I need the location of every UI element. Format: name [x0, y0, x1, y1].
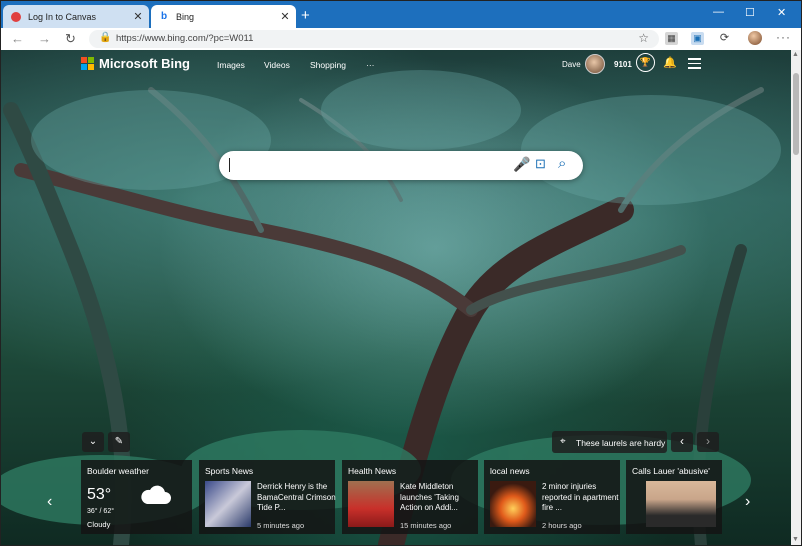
news-headline: Derrick Henry is the BamaCentral Crimson…: [257, 482, 336, 512]
image-info-button[interactable]: ⌖ These laurels are hardy: [552, 431, 667, 453]
scroll-down-icon[interactable]: ▼: [792, 536, 799, 543]
favorite-star-icon[interactable]: ☆: [638, 31, 649, 45]
extension-icon[interactable]: ▦: [665, 32, 678, 45]
microsoft-logo-icon: [81, 56, 95, 71]
profile-avatar-icon[interactable]: [748, 31, 762, 45]
canvas-favicon-icon: [11, 11, 21, 22]
bing-favicon-icon: b: [160, 10, 168, 22]
back-icon[interactable]: ←: [11, 31, 24, 46]
news-card[interactable]: local news 2 minor injuries reported in …: [484, 460, 620, 534]
url-field[interactable]: 🔒 https://www.bing.com/?pc=W011 ☆: [89, 30, 659, 48]
close-tab-icon[interactable]: ✕: [278, 10, 292, 23]
cards-next-arrow-icon[interactable]: ›: [745, 493, 750, 511]
close-tab-icon[interactable]: ✕: [131, 10, 145, 23]
news-thumbnail: [490, 481, 536, 527]
weather-hilo: 36° / 62°: [87, 508, 115, 515]
next-image-button[interactable]: ›: [697, 432, 719, 452]
collections-icon[interactable]: ▣: [691, 32, 704, 45]
scroll-up-icon[interactable]: ▲: [792, 51, 799, 58]
maximize-button[interactable]: ☐: [745, 6, 755, 19]
weather-temp: 53°: [87, 486, 112, 503]
sync-icon[interactable]: ⟳: [718, 32, 731, 45]
news-category: local news: [490, 466, 530, 476]
rewards-points[interactable]: 9101: [614, 60, 632, 69]
minimize-button[interactable]: —: [713, 6, 724, 18]
news-category: Sports News: [205, 466, 254, 476]
nav-images[interactable]: Images: [217, 60, 245, 70]
rewards-trophy-icon[interactable]: 🏆: [636, 53, 655, 72]
search-input[interactable]: 🎤 ⊡ ⌕: [219, 151, 583, 180]
news-thumbnail: [348, 481, 394, 527]
news-thumbnail: [205, 481, 251, 527]
tab-bar: Log In to Canvas ✕ b Bing ✕ + — ☐ ✕: [1, 1, 801, 28]
text-cursor: [229, 158, 230, 172]
news-card[interactable]: Calls Lauer 'abusive': [626, 460, 722, 534]
news-thumbnail: [646, 481, 716, 527]
nav-videos[interactable]: Videos: [264, 60, 290, 70]
news-category: Calls Lauer 'abusive': [632, 466, 710, 476]
bing-logo[interactable]: Microsoft Bing: [81, 56, 190, 71]
notifications-bell-icon[interactable]: 🔔: [663, 56, 677, 69]
user-avatar[interactable]: [585, 54, 605, 74]
tab-title: Log In to Canvas: [28, 11, 97, 22]
new-tab-button[interactable]: +: [301, 7, 310, 24]
url-text[interactable]: https://www.bing.com/?pc=W011: [116, 33, 253, 44]
edit-pencil-icon[interactable]: ✎: [108, 432, 130, 452]
lock-icon: 🔒: [99, 32, 112, 43]
microphone-icon[interactable]: 🎤: [513, 156, 530, 173]
scrollbar-thumb[interactable]: [793, 73, 799, 155]
nav-shopping[interactable]: Shopping: [310, 60, 346, 70]
close-window-button[interactable]: ✕: [777, 6, 786, 19]
more-menu-icon[interactable]: ···: [776, 30, 791, 44]
news-time: 5 minutes ago: [257, 521, 305, 530]
news-card[interactable]: Health News Kate Middleton launches 'Tak…: [342, 460, 478, 534]
refresh-icon[interactable]: ↻: [65, 31, 76, 47]
address-bar: ← → ↻ 🔒 https://www.bing.com/?pc=W011 ☆ …: [1, 28, 801, 51]
forward-icon[interactable]: →: [38, 31, 51, 46]
cards-prev-arrow-icon[interactable]: ‹: [47, 493, 52, 511]
news-category: Health News: [348, 466, 397, 476]
news-card[interactable]: Sports News Derrick Henry is the BamaCen…: [199, 460, 336, 534]
user-name[interactable]: Dave: [562, 60, 581, 69]
image-caption: These laurels are hardy: [576, 438, 666, 448]
location-pin-icon: ⌖: [560, 436, 566, 447]
tab-canvas[interactable]: Log In to Canvas ✕: [3, 5, 149, 28]
nav-more[interactable]: ···: [366, 60, 375, 70]
weather-card[interactable]: Boulder weather 53° 36° / 62° Cloudy: [81, 460, 192, 534]
browser-window: Log In to Canvas ✕ b Bing ✕ + — ☐ ✕ ← → …: [0, 0, 802, 546]
cloud-icon: [141, 485, 171, 504]
search-icon[interactable]: ⌕: [558, 155, 566, 172]
previous-image-button[interactable]: ‹: [671, 432, 693, 452]
visual-search-icon[interactable]: ⊡: [535, 156, 546, 172]
news-time: 15 minutes ago: [400, 521, 452, 530]
weather-title: Boulder weather: [87, 466, 149, 476]
menu-icon[interactable]: [688, 58, 701, 69]
weather-condition: Cloudy: [87, 520, 111, 529]
tab-bing[interactable]: b Bing ✕: [151, 5, 296, 28]
news-headline: Kate Middleton launches 'Taking Action o…: [400, 482, 459, 512]
news-time: 2 hours ago: [542, 521, 582, 530]
tab-title: Bing: [176, 11, 195, 22]
news-headline: 2 minor injuries reported in apartment f…: [542, 482, 619, 512]
brand-name: Microsoft Bing: [99, 56, 190, 71]
collapse-chevron-icon[interactable]: ⌄: [82, 432, 104, 452]
